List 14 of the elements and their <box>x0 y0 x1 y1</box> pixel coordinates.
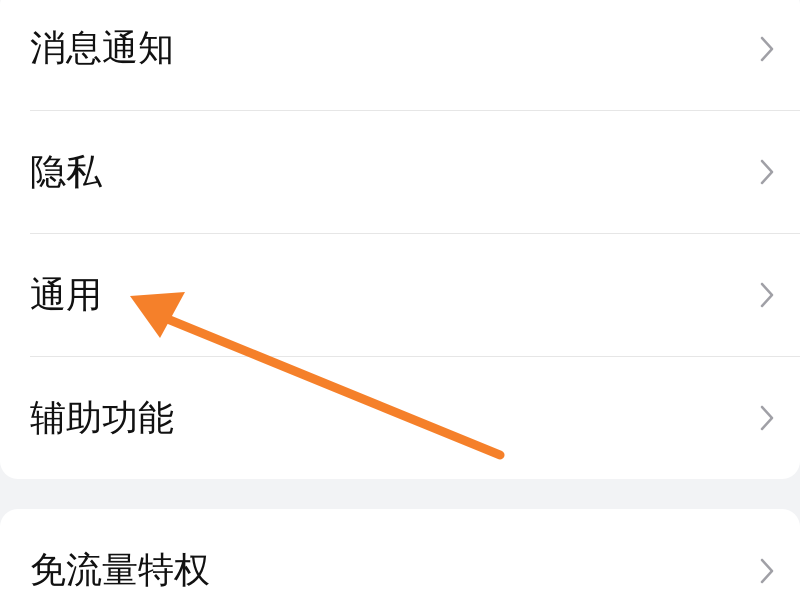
item-label: 隐私 <box>30 150 102 194</box>
item-label: 消息通知 <box>30 27 174 71</box>
chevron-right-icon <box>760 558 774 584</box>
chevron-right-icon <box>760 159 774 185</box>
chevron-right-icon <box>760 282 774 308</box>
settings-item[interactable]: 隐私 <box>30 110 800 233</box>
item-label: 辅助功能 <box>30 396 174 440</box>
item-label: 免流量特权 <box>30 549 210 593</box>
settings-item[interactable]: 消息通知 <box>30 0 800 110</box>
item-label: 通用 <box>30 274 102 318</box>
settings-item[interactable]: 免流量特权 <box>30 509 800 600</box>
chevron-right-icon <box>760 405 774 431</box>
chevron-right-icon <box>760 36 774 62</box>
settings-item[interactable]: 辅助功能 <box>30 356 800 479</box>
